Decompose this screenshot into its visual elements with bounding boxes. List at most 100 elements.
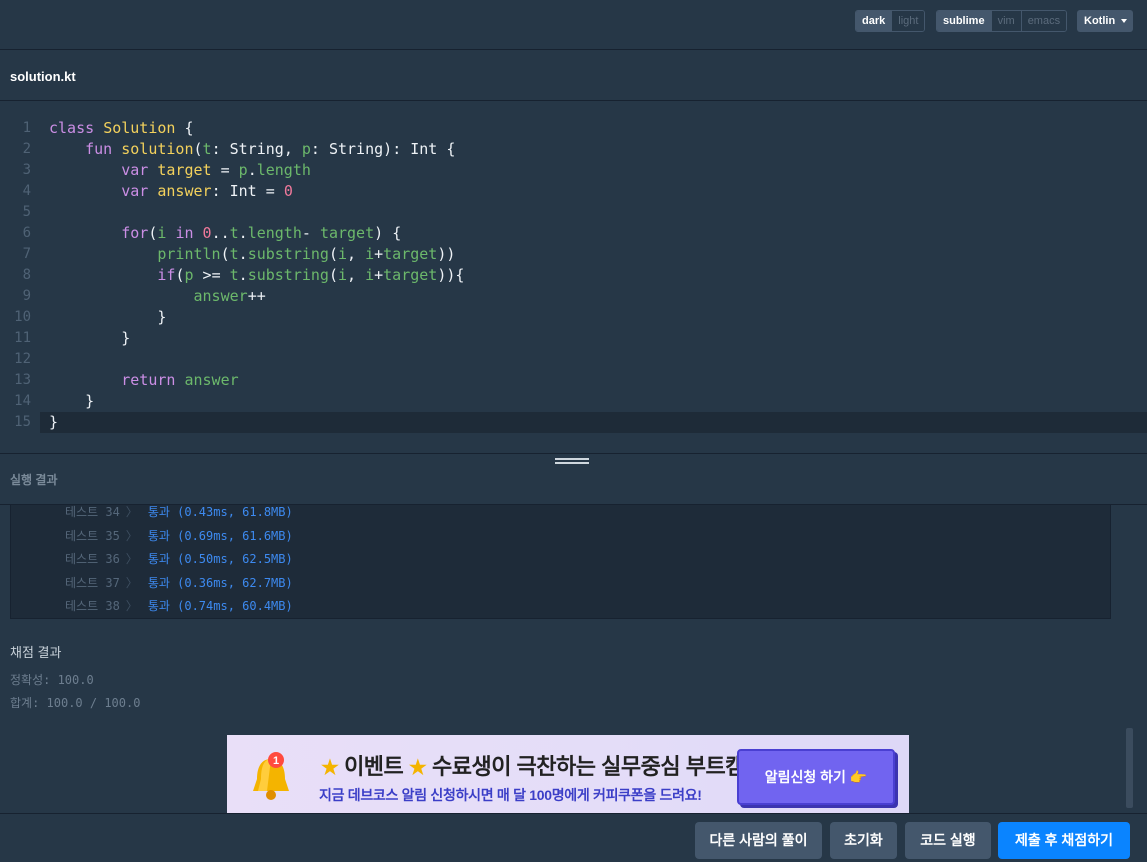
code-line[interactable]: 4 var answer: Int = 0	[0, 181, 1147, 202]
line-number: 3	[22, 162, 31, 178]
code-line[interactable]: 3 var target = p.length	[0, 160, 1147, 181]
code-line[interactable]: 2 fun solution(t: String, p: String): In…	[0, 139, 1147, 160]
line-number: 1	[22, 120, 31, 136]
run-code-button[interactable]: 코드 실행	[905, 822, 991, 859]
star-icon: ★	[408, 757, 427, 779]
test-label: 테스트 36	[65, 552, 120, 566]
code-line[interactable]: 8 if(p >= t.substring(i, i+target)){	[0, 265, 1147, 286]
language-label: Kotlin	[1084, 15, 1116, 27]
event-banner[interactable]: 1 ★ 이벤트 ★ 수료생이 극찬하는 실무중심 부트캠프 지금 데브코스 알림…	[227, 735, 909, 813]
line-number: 9	[22, 288, 31, 304]
line-number: 10	[14, 309, 31, 325]
banner-headline: ★ 이벤트 ★ 수료생이 극찬하는 실무중심 부트캠프	[321, 749, 765, 781]
keymap-sublime-option[interactable]: sublime	[937, 11, 991, 31]
result-console: 테스트 34 〉 통과 (0.43ms, 61.8MB) 테스트 35 〉 통과 (0.6…	[10, 505, 1111, 619]
code-line[interactable]: 15}	[14, 412, 1147, 433]
chevron-right-icon: 〉	[125, 599, 138, 613]
caret-down-icon	[1121, 19, 1127, 23]
code-line[interactable]: 7 println(t.substring(i, i+target))	[0, 244, 1147, 265]
code-text: for(i in 0..t.length- target) {	[121, 224, 402, 242]
code-text: answer++	[193, 287, 266, 305]
score-title: 채점 결과	[10, 645, 62, 660]
code-line[interactable]: 11 }	[0, 328, 1147, 349]
banner-subtext: 지금 데브코스 알림 신청하시면 매 달 100명에게 커피쿠폰을 드려요!	[319, 787, 702, 803]
test-label: 테스트 38	[65, 599, 120, 613]
test-status: 통과 (0.50ms, 62.5MB)	[147, 552, 293, 566]
chevron-right-icon: 〉	[125, 528, 138, 543]
line-number: 15	[14, 414, 31, 430]
test-status: 통과 (0.74ms, 60.4MB)	[147, 599, 293, 613]
footer-bar: 다른 사람의 풀이 초기화 코드 실행 제출 후 채점하기	[0, 813, 1147, 862]
code-text: }	[121, 329, 131, 347]
keymap-toggle: sublime vim emacs	[936, 10, 1068, 32]
code-line[interactable]: 14 }	[0, 391, 1147, 412]
test-label: 테스트 37	[65, 575, 120, 590]
code-text: }	[157, 308, 167, 326]
editor-divider	[0, 453, 1147, 454]
code-text: class Solution {	[49, 119, 194, 137]
line-number: 5	[22, 204, 31, 220]
test-label: 테스트 34	[65, 505, 120, 519]
test-status: 통과 (0.36ms, 62.7MB)	[147, 575, 293, 590]
line-number: 14	[14, 393, 31, 409]
theme-dark-option[interactable]: dark	[856, 11, 892, 31]
line-number: 4	[22, 183, 31, 199]
notification-badge: 1	[273, 755, 279, 767]
code-text: }	[85, 392, 95, 410]
test-result-row: 테스트 35 〉 통과 (0.69ms, 61.6MB)	[65, 526, 293, 546]
score-accuracy: 정확성: 100.0	[10, 673, 94, 687]
line-number: 8	[22, 267, 31, 283]
test-label: 테스트 35	[65, 528, 120, 543]
scrollbar-thumb[interactable]	[1126, 728, 1133, 808]
code-line[interactable]: 9 answer++	[0, 286, 1147, 307]
chevron-right-icon: 〉	[125, 575, 138, 590]
code-text: }	[49, 413, 59, 431]
code-line[interactable]: 10 }	[0, 307, 1147, 328]
score-total: 합계: 100.0 / 100.0	[10, 696, 141, 710]
code-text: println(t.substring(i, i+target))	[157, 245, 456, 263]
top-toolbar: dark light sublime vim emacs Kotlin	[0, 0, 1147, 50]
code-line[interactable]: 12	[0, 349, 1147, 370]
code-editor[interactable]: 1 class Solution { 2 fun solution(t: Strin…	[0, 118, 1147, 438]
notify-signup-button[interactable]: 알림신청 하기 👉	[737, 749, 895, 805]
code-line[interactable]: 13 return answer	[0, 370, 1147, 391]
test-status: 통과 (0.69ms, 61.6MB)	[147, 528, 293, 543]
file-tab-bar: solution.kt	[0, 51, 1147, 101]
code-text: return answer	[121, 371, 239, 389]
theme-toggle: dark light	[855, 10, 926, 32]
code-text: var answer: Int = 0	[121, 182, 293, 200]
line-number: 2	[22, 141, 31, 157]
test-result-row: 테스트 34 〉 통과 (0.43ms, 61.8MB)	[65, 505, 293, 522]
code-line[interactable]: 6 for(i in 0..t.length- target) {	[0, 223, 1147, 244]
code-line[interactable]: 1 class Solution {	[0, 118, 1147, 139]
code-text: fun solution(t: String, p: String): Int …	[85, 140, 456, 158]
line-number: 12	[14, 351, 31, 367]
line-number: 6	[22, 225, 31, 241]
code-text: var target = p.length	[121, 161, 311, 179]
test-result-row: 테스트 38 〉 통과 (0.74ms, 60.4MB)	[65, 596, 293, 616]
test-result-row: 테스트 36 〉 통과 (0.50ms, 62.5MB)	[65, 549, 293, 569]
star-icon: ★	[321, 757, 339, 779]
file-name: solution.kt	[10, 69, 76, 84]
line-number: 11	[14, 330, 31, 346]
bell-icon: 1	[253, 752, 289, 800]
reset-button[interactable]: 초기화	[830, 822, 897, 859]
others-solutions-button[interactable]: 다른 사람의 풀이	[695, 822, 822, 859]
line-number: 13	[14, 372, 31, 388]
theme-light-option[interactable]: light	[891, 11, 925, 31]
banner-headline-event: 이벤트	[344, 754, 404, 779]
banner-headline-text: 수료생이 극찬하는 실무중심 부트캠프	[431, 754, 765, 779]
keymap-vim-option[interactable]: vim	[990, 11, 1021, 31]
code-line[interactable]: 5	[0, 202, 1147, 223]
language-dropdown[interactable]: Kotlin	[1077, 10, 1133, 32]
chevron-right-icon: 〉	[125, 552, 138, 566]
line-number: 7	[22, 246, 31, 262]
keymap-emacs-option[interactable]: emacs	[1020, 11, 1067, 31]
chevron-right-icon: 〉	[125, 505, 138, 519]
resize-handle-icon[interactable]	[555, 458, 589, 466]
code-text: if(p >= t.substring(i, i+target)){	[157, 266, 465, 284]
test-result-row: 테스트 37 〉 통과 (0.36ms, 62.7MB)	[65, 573, 293, 593]
test-status: 통과 (0.43ms, 61.8MB)	[147, 505, 293, 519]
result-title: 실행 결과	[10, 473, 58, 487]
submit-button[interactable]: 제출 후 채점하기	[998, 822, 1130, 859]
